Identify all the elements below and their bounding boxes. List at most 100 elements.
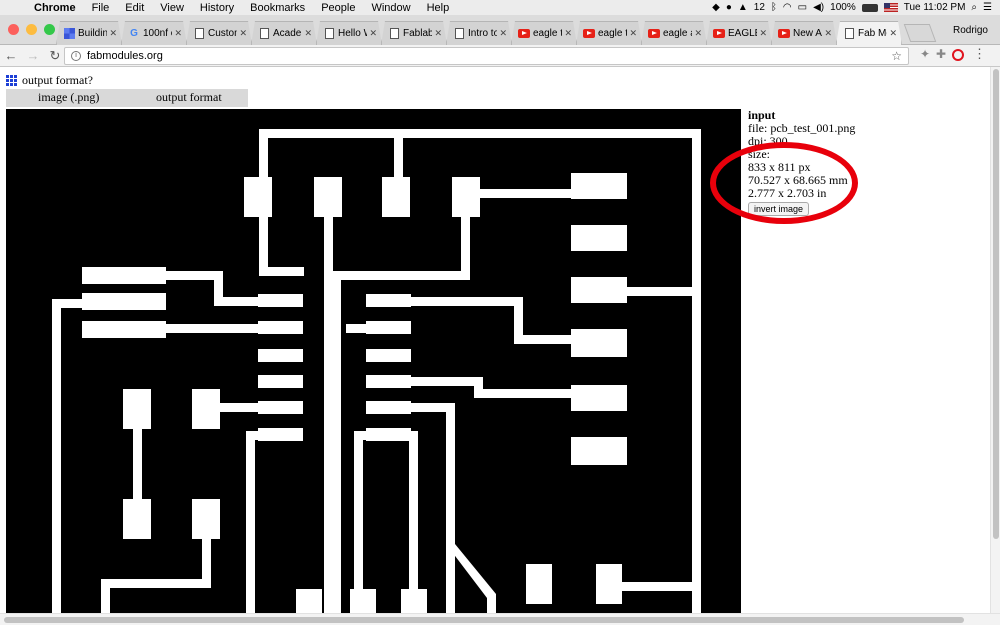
close-tab-icon[interactable]: ✕ bbox=[694, 28, 702, 39]
kebab-menu-icon[interactable]: ⋮ bbox=[973, 46, 986, 62]
tab-2[interactable]: Custom✕ bbox=[186, 21, 252, 45]
clock[interactable]: Tue 11:02 PM bbox=[904, 2, 966, 13]
tabs: Building✕G100nf c✕Custom✕Academ✕Hello W✕… bbox=[56, 21, 937, 45]
horizontal-scroll-thumb[interactable] bbox=[4, 617, 964, 623]
close-tab-icon[interactable]: ✕ bbox=[109, 28, 117, 39]
volume-icon[interactable]: ◀) bbox=[813, 2, 824, 13]
size-in: 2.777 x 2.703 in bbox=[748, 186, 827, 200]
input-info-panel: input file: pcb_test_001.png dpi: 300 si… bbox=[748, 109, 855, 216]
menu-history[interactable]: History bbox=[192, 2, 242, 14]
wifi-icon[interactable]: ◠ bbox=[783, 2, 792, 13]
tab-7[interactable]: eagle tu✕ bbox=[511, 21, 577, 45]
tab-12[interactable]: Fab Mo✕ bbox=[836, 21, 902, 45]
grid-icon bbox=[63, 28, 75, 40]
tab-title: Fablab bbox=[403, 28, 433, 39]
vertical-scrollbar[interactable] bbox=[990, 67, 1000, 613]
address-url[interactable]: fabmodules.org bbox=[87, 50, 163, 62]
tab-3[interactable]: Academ✕ bbox=[251, 21, 317, 45]
airplay-icon[interactable]: ▭ bbox=[798, 2, 807, 13]
tab-title: eagle tu bbox=[533, 28, 563, 39]
forward-arrow-icon[interactable]: → bbox=[22, 48, 44, 63]
adobe-icon[interactable]: ▲ bbox=[738, 2, 748, 13]
tab-9[interactable]: eagle a✕ bbox=[641, 21, 707, 45]
close-tab-icon[interactable]: ✕ bbox=[499, 28, 507, 39]
image-png-option[interactable]: image (.png) bbox=[38, 90, 99, 105]
back-arrow-icon[interactable]: ← bbox=[0, 48, 22, 63]
address-bar[interactable]: i fabmodules.org ☆ bbox=[64, 47, 909, 65]
document-icon bbox=[388, 28, 400, 40]
close-tab-icon[interactable]: ✕ bbox=[174, 28, 182, 39]
close-tab-icon[interactable]: ✕ bbox=[759, 28, 767, 39]
minimize-window-button[interactable] bbox=[26, 24, 37, 35]
invert-image-button[interactable]: invert image bbox=[748, 202, 810, 216]
menu-list-icon[interactable]: ☰ bbox=[983, 2, 992, 13]
menu-file[interactable]: File bbox=[84, 2, 118, 14]
menu-app-name[interactable]: Chrome bbox=[26, 2, 84, 14]
close-tab-icon[interactable]: ✕ bbox=[824, 28, 832, 39]
tab-0[interactable]: Building✕ bbox=[56, 21, 122, 45]
tab-title: EAGLE bbox=[728, 28, 757, 39]
vertical-scroll-thumb[interactable] bbox=[993, 69, 999, 539]
spotlight-icon[interactable]: ⌕ bbox=[971, 2, 977, 13]
close-tab-icon[interactable]: ✕ bbox=[434, 28, 442, 39]
dropbox-icon[interactable]: ◆ bbox=[712, 2, 720, 13]
horizontal-scrollbar[interactable] bbox=[0, 613, 1000, 625]
close-tab-icon[interactable]: ✕ bbox=[369, 28, 377, 39]
close-tab-icon[interactable]: ✕ bbox=[889, 28, 897, 39]
menu-edit[interactable]: Edit bbox=[117, 2, 152, 14]
menu-window[interactable]: Window bbox=[363, 2, 418, 14]
tab-title: Hello W bbox=[338, 28, 367, 39]
close-tab-icon[interactable]: ✕ bbox=[629, 28, 637, 39]
document-icon bbox=[843, 28, 855, 40]
extension-puzzle-icon[interactable]: ✦ bbox=[920, 47, 930, 61]
tab-8[interactable]: eagle tu✕ bbox=[576, 21, 642, 45]
document-icon bbox=[323, 28, 335, 40]
tab-title: Fab Mo bbox=[858, 28, 887, 39]
window-controls bbox=[8, 24, 55, 35]
bookmark-star-icon[interactable]: ☆ bbox=[891, 49, 902, 63]
pcb-traces bbox=[52, 129, 701, 613]
close-window-button[interactable] bbox=[8, 24, 19, 35]
close-tab-icon[interactable]: ✕ bbox=[239, 28, 247, 39]
new-tab-button[interactable] bbox=[903, 24, 937, 42]
output-format-heading: output format? bbox=[6, 73, 93, 88]
tab-strip: Building✕G100nf c✕Custom✕Academ✕Hello W✕… bbox=[0, 15, 1000, 45]
status-area: ◆ ● ▲ 12 ᛒ ◠ ▭ ◀) 100% Tue 11:02 PM ⌕ ☰ bbox=[712, 2, 1000, 13]
close-tab-icon[interactable]: ✕ bbox=[564, 28, 572, 39]
tab-1[interactable]: G 100nf c✕ bbox=[121, 21, 187, 45]
battery-icon[interactable] bbox=[861, 3, 878, 12]
menu-help[interactable]: Help bbox=[419, 2, 458, 14]
opera-icon[interactable] bbox=[952, 49, 964, 61]
info-icon[interactable]: i bbox=[71, 51, 81, 61]
google-icon: G bbox=[130, 28, 138, 39]
pcb-image bbox=[6, 109, 741, 613]
zoom-window-button[interactable] bbox=[44, 24, 55, 35]
menu-people[interactable]: People bbox=[313, 2, 363, 14]
browser-toolbar: ← → ↻ i fabmodules.org ☆ ✦ ✚ ⋮ bbox=[0, 45, 1000, 67]
tab-4[interactable]: Hello W✕ bbox=[316, 21, 382, 45]
us-flag-icon[interactable] bbox=[883, 3, 898, 12]
tab-10[interactable]: EAGLE✕ bbox=[706, 21, 772, 45]
profile-name[interactable]: Rodrigo bbox=[953, 25, 988, 36]
fabmodules-icon bbox=[6, 74, 18, 87]
battery-percent[interactable]: 100% bbox=[830, 2, 856, 13]
menu-view[interactable]: View bbox=[152, 2, 192, 14]
youtube-icon bbox=[648, 28, 660, 40]
reload-icon[interactable]: ↻ bbox=[44, 48, 66, 64]
tab-title: Academ bbox=[273, 28, 302, 39]
cloud-icon[interactable]: ● bbox=[726, 2, 732, 13]
youtube-icon bbox=[713, 28, 725, 40]
bluetooth-icon[interactable]: ᛒ bbox=[771, 2, 777, 13]
document-icon bbox=[258, 28, 270, 40]
youtube-icon bbox=[583, 28, 595, 40]
notification-badge[interactable]: 12 bbox=[754, 2, 765, 13]
tab-title: eagle a bbox=[663, 28, 692, 39]
output-format-question[interactable]: output format? bbox=[22, 73, 93, 88]
extension-icon[interactable]: ✚ bbox=[936, 47, 946, 61]
close-tab-icon[interactable]: ✕ bbox=[304, 28, 312, 39]
menu-bookmarks[interactable]: Bookmarks bbox=[242, 2, 313, 14]
tab-5[interactable]: Fablab ✕ bbox=[381, 21, 447, 45]
tab-6[interactable]: Intro to ✕ bbox=[446, 21, 512, 45]
tab-11[interactable]: New At ✕ bbox=[771, 21, 837, 45]
output-format-option[interactable]: output format bbox=[156, 90, 222, 105]
